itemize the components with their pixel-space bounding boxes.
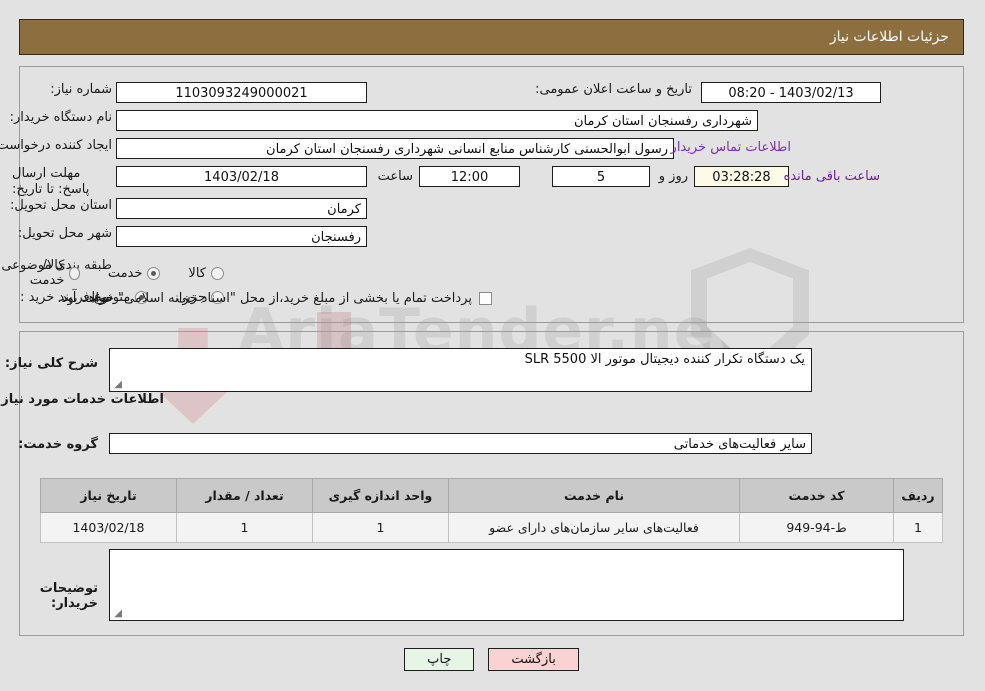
city-label-wrap: شهر محل تحویل: (19, 226, 113, 241)
creator-field[interactable]: رسول ابوالحسنی کارشناس منابع انسانی شهرد… (117, 138, 675, 159)
table-row: 1 ط-94-949 فعالیت‌های سایر سازمان‌های دا… (41, 512, 944, 543)
service-group-label: گروه خدمت: (19, 437, 99, 452)
table-header-quantity: تعداد / مقدار (177, 478, 314, 513)
creator-label-wrap: ایجاد کننده درخواست: (0, 138, 113, 153)
cell-service-name: فعالیت‌های سایر سازمان‌های دارای عضو (449, 512, 741, 543)
need-number-field[interactable]: 1103093249000021 (117, 82, 368, 103)
category-radio-group[interactable]: کالا خدمت کالا/خدمت (0, 258, 225, 288)
remaining-hours-label: ساعت باقی مانده (784, 169, 881, 184)
radio-icon-khedmat[interactable] (148, 266, 162, 280)
need-description-value: یک دستگاه تکرار کننده دیجیتال موتور الا … (525, 352, 806, 367)
services-table: ردیف کد خدمت نام خدمت واحد اندازه گیری ت… (41, 478, 944, 543)
cell-quantity: 1 (177, 512, 314, 543)
cell-need-date: 1403/02/18 (41, 512, 178, 543)
buyer-notes-label: توضیحات خریدار: (40, 581, 99, 611)
category-option-kala-label: کالا (189, 265, 207, 281)
deadline-hour-label: ساعت (378, 169, 414, 184)
buyer-org-label-wrap: نام دستگاه خریدار: (11, 110, 113, 125)
treasury-checkbox-icon[interactable] (480, 292, 493, 305)
deadline-label-wrap: مهلت ارسال پاسخ: تا تاریخ: (13, 166, 113, 198)
need-number-label: شماره نیاز: (51, 82, 113, 97)
table-header-unit: واحد اندازه گیری (313, 478, 450, 513)
delivery-province-label: استان محل تحویل: (11, 198, 113, 213)
table-header-service-code: کد خدمت (740, 478, 895, 513)
cell-unit: 1 (313, 512, 450, 543)
deadline-hour-field[interactable]: 12:00 (420, 166, 521, 187)
category-option-khedmat-label: خدمت (108, 265, 144, 281)
creator-label: ایجاد کننده درخواست: (0, 138, 113, 153)
buyer-notes-textarea[interactable]: ◢ (110, 549, 905, 621)
service-group-field[interactable]: سایر فعالیت‌های خدماتی (110, 433, 813, 454)
table-header-service-name: نام خدمت (449, 478, 741, 513)
category-option-kala[interactable]: کالا (189, 266, 225, 281)
cell-service-code: ط-94-949 (740, 512, 895, 543)
delivery-province-field[interactable]: کرمان (117, 198, 368, 219)
treasury-checkbox-row[interactable]: پرداخت تمام یا بخشی از مبلغ خرید،از محل … (58, 291, 493, 306)
treasury-checkbox-label: پرداخت تمام یا بخشی از مبلغ خرید،از محل … (58, 291, 473, 306)
deadline-label: مهلت ارسال پاسخ: تا تاریخ: (13, 166, 91, 197)
deadline-date-field[interactable]: 1403/02/18 (117, 166, 368, 187)
category-option-khedmat[interactable]: خدمت (109, 266, 162, 281)
need-number-label-wrap: شماره نیاز: (51, 82, 113, 97)
countdown-timer-field: 03:28:28 (695, 166, 790, 187)
radio-icon-kala-khedmat[interactable] (70, 266, 81, 280)
announce-datetime-field[interactable]: 1403/02/13 - 08:20 (702, 82, 882, 103)
action-button-bar: بازگشت چاپ (0, 648, 985, 671)
radio-icon-kala[interactable] (212, 266, 225, 280)
table-header-need-date: تاریخ نیاز (41, 478, 178, 513)
delivery-city-label: شهر محل تحویل: (18, 226, 113, 241)
category-option-kala-khedmat-label: کالا/خدمت (30, 258, 66, 288)
resize-grip-icon-notes[interactable]: ◢ (113, 609, 123, 619)
need-description-label: شرح کلی نیاز: (5, 356, 99, 371)
announce-datetime-label: تاریخ و ساعت اعلان عمومی: (536, 82, 693, 97)
province-label-wrap: استان محل تحویل: (11, 198, 113, 213)
remaining-days-field[interactable]: 5 (553, 166, 651, 187)
resize-grip-icon[interactable]: ◢ (113, 380, 123, 390)
announce-label-wrap: تاریخ و ساعت اعلان عمومی: (536, 82, 693, 97)
remaining-days-label: روز و (659, 169, 689, 184)
print-button[interactable]: چاپ (405, 648, 476, 671)
buyer-org-label: نام دستگاه خریدار: (10, 110, 113, 125)
buyer-contact-link[interactable]: اطلاعات تماس خریدار (672, 140, 792, 155)
buyer-org-field[interactable]: شهرداری رفسنجان استان کرمان (117, 110, 759, 131)
table-header-row: ردیف کد خدمت نام خدمت واحد اندازه گیری ت… (41, 478, 944, 513)
page-title: جزئیات اطلاعات نیاز (830, 29, 950, 45)
category-option-kala-khedmat[interactable]: کالا/خدمت (22, 258, 81, 288)
services-section-title: اطلاعات خدمات مورد نیاز (2, 392, 165, 407)
table-header-row-no: ردیف (894, 478, 944, 513)
need-description-textarea[interactable]: یک دستگاه تکرار کننده دیجیتال موتور الا … (110, 348, 813, 392)
page-header: جزئیات اطلاعات نیاز (20, 19, 965, 55)
back-button[interactable]: بازگشت (489, 648, 580, 671)
cell-row-no: 1 (894, 512, 944, 543)
delivery-city-field[interactable]: رفسنجان (117, 226, 368, 247)
